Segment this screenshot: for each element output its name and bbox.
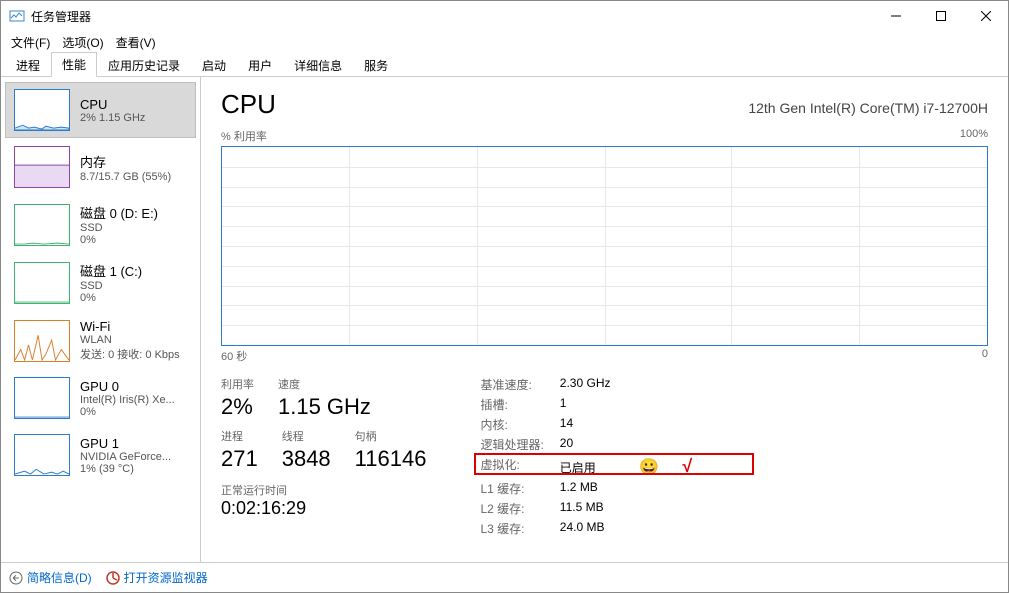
wifi-mini-chart bbox=[14, 320, 70, 362]
sidebar-item-sub: SSD bbox=[80, 222, 187, 234]
spec-logical-k: 逻辑处理器: bbox=[480, 436, 543, 453]
sidebar-item-wifi[interactable]: Wi-Fi WLAN 发送: 0 接收: 0 Kbps bbox=[5, 312, 196, 369]
tab-bar: 进程 性能 应用历史记录 启动 用户 详细信息 服务 bbox=[1, 53, 1008, 77]
spec-l1-k: L1 缓存: bbox=[480, 480, 543, 497]
window-title: 任务管理器 bbox=[31, 8, 873, 25]
perf-sidebar[interactable]: CPU 2% 1.15 GHz 内存 8.7/15.7 GB (55%) 磁盘 … bbox=[1, 77, 201, 562]
spec-virt-k: 虚拟化: bbox=[480, 456, 543, 477]
sidebar-item-sub: Intel(R) Iris(R) Xe... bbox=[80, 394, 187, 406]
collapse-icon bbox=[9, 571, 23, 585]
sidebar-item-sub: 8.7/15.7 GB (55%) bbox=[80, 171, 187, 183]
detail-pane: CPU 12th Gen Intel(R) Core(TM) i7-12700H… bbox=[201, 77, 1008, 562]
spec-cores-v: 14 bbox=[560, 416, 693, 433]
sidebar-item-sub2: 0% bbox=[80, 292, 187, 304]
tab-processes[interactable]: 进程 bbox=[5, 53, 51, 77]
stat-util-value: 2% bbox=[221, 394, 254, 420]
sidebar-item-sub2: 0% bbox=[80, 234, 187, 246]
uptime-value: 0:02:16:29 bbox=[221, 498, 426, 519]
sidebar-item-disk1[interactable]: 磁盘 1 (C:) SSD 0% bbox=[5, 254, 196, 311]
spec-l3-v: 24.0 MB bbox=[560, 520, 693, 537]
spec-virt-v: 已启用 😀 √ bbox=[560, 456, 693, 477]
window-controls bbox=[873, 1, 1008, 31]
spec-sockets-v: 1 bbox=[560, 396, 693, 413]
sidebar-item-label: GPU 1 bbox=[80, 436, 187, 451]
gpu0-mini-chart bbox=[14, 377, 70, 419]
stat-handle-value: 116146 bbox=[355, 446, 427, 472]
stat-util-label: 利用率 bbox=[221, 376, 254, 392]
tab-app-history[interactable]: 应用历史记录 bbox=[97, 53, 191, 77]
sidebar-item-memory[interactable]: 内存 8.7/15.7 GB (55%) bbox=[5, 139, 196, 195]
minimize-button[interactable] bbox=[873, 1, 918, 31]
cpu-spec-grid: 基准速度: 2.30 GHz 插槽: 1 内核: 14 逻辑处理器: 20 虚拟化: 已… bbox=[480, 376, 692, 537]
app-icon bbox=[9, 8, 25, 24]
sidebar-item-sub: WLAN bbox=[80, 334, 187, 346]
sidebar-item-disk0[interactable]: 磁盘 0 (D: E:) SSD 0% bbox=[5, 196, 196, 253]
chart-label-topleft: % 利用率 bbox=[221, 128, 267, 144]
uptime-label: 正常运行时间 bbox=[221, 482, 426, 498]
spec-l1-v: 1.2 MB bbox=[560, 480, 693, 497]
maximize-button[interactable] bbox=[918, 1, 963, 31]
resmon-icon bbox=[106, 571, 120, 585]
sidebar-item-label: GPU 0 bbox=[80, 379, 187, 394]
sidebar-item-label: 磁盘 1 (C:) bbox=[80, 261, 187, 280]
spec-l3-k: L3 缓存: bbox=[480, 520, 543, 537]
menu-view[interactable]: 查看(V) bbox=[110, 32, 162, 53]
cpu-chart[interactable] bbox=[221, 146, 988, 346]
disk1-mini-chart bbox=[14, 262, 70, 304]
brief-info-link[interactable]: 简略信息(D) bbox=[9, 569, 92, 586]
spec-basespeed-v: 2.30 GHz bbox=[560, 376, 693, 393]
sidebar-item-label: 磁盘 0 (D: E:) bbox=[80, 203, 187, 222]
cpu-mini-chart bbox=[14, 89, 70, 131]
chart-label-topright: 100% bbox=[960, 128, 988, 144]
titlebar: 任务管理器 bbox=[1, 1, 1008, 31]
spec-basespeed-k: 基准速度: bbox=[480, 376, 543, 393]
sidebar-item-sub2: 1% (39 °C) bbox=[80, 463, 187, 475]
detail-title: CPU bbox=[221, 89, 276, 120]
statusbar: 简略信息(D) 打开资源监视器 bbox=[1, 562, 1008, 592]
stat-thread-value: 3848 bbox=[282, 446, 331, 472]
disk0-mini-chart bbox=[14, 204, 70, 246]
sidebar-item-sub: NVIDIA GeForce... bbox=[80, 451, 187, 463]
sidebar-item-sub2: 发送: 0 接收: 0 Kbps bbox=[80, 346, 187, 362]
stat-thread-label: 线程 bbox=[282, 428, 331, 444]
sidebar-item-gpu1[interactable]: GPU 1 NVIDIA GeForce... 1% (39 °C) bbox=[5, 427, 196, 483]
tab-startup[interactable]: 启动 bbox=[191, 53, 237, 77]
menu-file[interactable]: 文件(F) bbox=[5, 32, 56, 53]
menubar: 文件(F) 选项(O) 查看(V) bbox=[1, 31, 1008, 53]
spec-l2-k: L2 缓存: bbox=[480, 500, 543, 517]
sidebar-item-sub2: 0% bbox=[80, 406, 187, 418]
open-resmon-link[interactable]: 打开资源监视器 bbox=[106, 569, 208, 586]
tab-services[interactable]: 服务 bbox=[353, 53, 399, 77]
sidebar-item-label: 内存 bbox=[80, 152, 187, 171]
smiley-icon: 😀 bbox=[639, 459, 659, 476]
spec-logical-v: 20 bbox=[560, 436, 693, 453]
gpu1-mini-chart bbox=[14, 434, 70, 476]
spec-l2-v: 11.5 MB bbox=[560, 500, 693, 517]
tab-performance[interactable]: 性能 bbox=[51, 52, 97, 77]
tab-details[interactable]: 详细信息 bbox=[283, 53, 353, 77]
sidebar-item-cpu[interactable]: CPU 2% 1.15 GHz bbox=[5, 82, 196, 138]
detail-subtitle: 12th Gen Intel(R) Core(TM) i7-12700H bbox=[748, 100, 988, 116]
close-button[interactable] bbox=[963, 1, 1008, 31]
spec-cores-k: 内核: bbox=[480, 416, 543, 433]
memory-mini-chart bbox=[14, 146, 70, 188]
sidebar-item-gpu0[interactable]: GPU 0 Intel(R) Iris(R) Xe... 0% bbox=[5, 370, 196, 426]
stat-speed-label: 速度 bbox=[278, 376, 371, 392]
sidebar-item-label: CPU bbox=[80, 97, 187, 112]
check-icon: √ bbox=[682, 456, 692, 476]
stat-handle-label: 句柄 bbox=[355, 428, 427, 444]
tab-users[interactable]: 用户 bbox=[237, 53, 283, 77]
content-area: CPU 2% 1.15 GHz 内存 8.7/15.7 GB (55%) 磁盘 … bbox=[1, 77, 1008, 562]
spec-sockets-k: 插槽: bbox=[480, 396, 543, 413]
menu-options[interactable]: 选项(O) bbox=[56, 32, 109, 53]
sidebar-item-sub: 2% 1.15 GHz bbox=[80, 112, 187, 124]
sidebar-item-label: Wi-Fi bbox=[80, 319, 187, 334]
stat-proc-value: 271 bbox=[221, 446, 258, 472]
stat-speed-value: 1.15 GHz bbox=[278, 394, 371, 420]
stat-proc-label: 进程 bbox=[221, 428, 258, 444]
sidebar-item-sub: SSD bbox=[80, 280, 187, 292]
